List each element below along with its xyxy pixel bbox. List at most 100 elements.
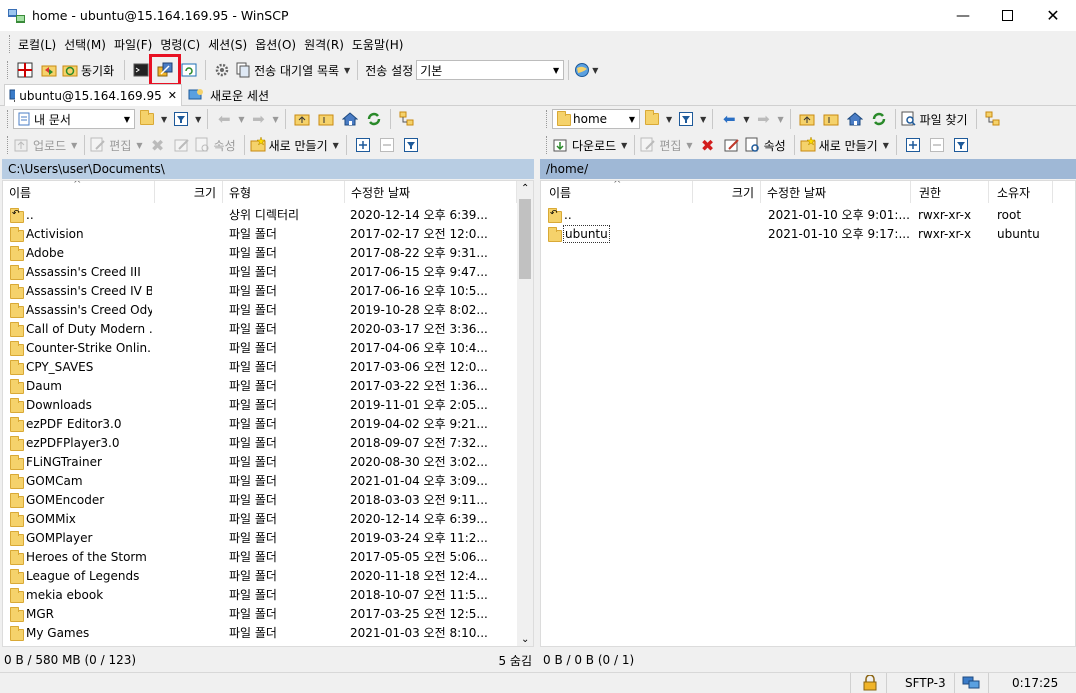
menu-remote[interactable]: 원격(R) (301, 36, 347, 53)
left-file-row[interactable]: CPY_SAVES 파일 폴더 2017-03-06 오전 12:0... (3, 358, 515, 377)
menu-help[interactable]: 도움말(H) (349, 36, 407, 53)
left-new-button[interactable]: 새로 만들기 ▼ (250, 134, 341, 156)
chevron-down-icon[interactable]: ▼ (195, 115, 201, 124)
left-file-row[interactable]: Activision 파일 폴더 2017-02-17 오전 12:0... (3, 225, 515, 244)
left-delete-button[interactable]: ✖ (147, 134, 169, 156)
compare-dirs-button[interactable] (14, 59, 36, 81)
right-parent-dir-button[interactable] (796, 108, 818, 130)
right-col-modified[interactable]: 수정한 날짜 (761, 181, 911, 203)
left-filter-button[interactable] (170, 108, 192, 130)
left-home-button[interactable] (339, 108, 361, 130)
chevron-down-icon[interactable]: ▼ (700, 115, 706, 124)
left-scroll-thumb[interactable] (519, 199, 531, 279)
scroll-up-icon[interactable]: ⌃ (521, 183, 529, 194)
chevron-down-icon[interactable]: ▼ (743, 115, 749, 124)
left-file-row[interactable]: Assassin's Creed III 파일 폴더 2017-06-15 오후 9… (3, 263, 515, 282)
right-delete-button[interactable]: ✖ (697, 134, 719, 156)
right-select-filter-button[interactable] (950, 134, 972, 156)
preferences-button[interactable] (211, 59, 233, 81)
left-path-bar[interactable]: C:\Users\user\Documents\ (2, 159, 534, 179)
right-tree-button[interactable] (982, 108, 1004, 130)
left-file-row[interactable]: mekia ebook 파일 폴더 2018-10-07 오전 11:5... (3, 586, 515, 605)
menu-commands[interactable]: 명령(C) (157, 36, 203, 53)
left-file-list[interactable]: 이름 ^ 크기 유형 수정한 날짜 ↶.. 상위 디렉터리 2020-12-14 오후… (2, 180, 534, 647)
right-file-row[interactable]: ↶.. 2021-01-10 오후 9:01:... rwxr-xr-x root (541, 206, 1075, 225)
left-file-row[interactable]: Assassin's Creed IV B... 파일 폴더 2017-06-16 … (3, 282, 515, 301)
right-back-button[interactable]: ⬅ (718, 108, 740, 130)
left-col-size[interactable]: 크기 (155, 181, 223, 203)
right-home-button[interactable] (844, 108, 866, 130)
close-button[interactable]: ✕ (1030, 0, 1076, 31)
right-location-select[interactable]: home ▼ (552, 109, 640, 129)
right-edit-button[interactable]: 편집 ▼ (640, 134, 694, 156)
right-col-name[interactable]: 이름 ^ (541, 181, 693, 203)
right-unselect-button[interactable] (926, 134, 948, 156)
site-manager-button[interactable]: ▼ (574, 59, 600, 81)
right-path-bar[interactable]: /home/ (540, 159, 1076, 179)
upload-button[interactable]: 업로드 ▼ (14, 134, 79, 156)
left-rename-button[interactable] (171, 134, 193, 156)
queue-button[interactable]: 전송 대기열 목록 ▼ (235, 59, 352, 81)
find-files-button[interactable]: 파일 찾기 (901, 108, 971, 130)
right-refresh-button[interactable] (868, 108, 890, 130)
left-file-row[interactable]: ↶.. 상위 디렉터리 2020-12-14 오후 6:39... (3, 206, 515, 225)
left-col-modified[interactable]: 수정한 날짜 (345, 181, 517, 203)
minimize-button[interactable]: — (940, 0, 986, 31)
left-select-all-button[interactable] (352, 134, 374, 156)
left-scrollbar[interactable]: ⌃ ⌄ (517, 181, 533, 646)
open-terminal-button[interactable] (130, 59, 152, 81)
right-col-owner[interactable]: 소유자 (989, 181, 1053, 203)
close-tab-icon[interactable]: ✕ (168, 89, 177, 102)
left-select-filter-button[interactable] (400, 134, 422, 156)
right-col-rights[interactable]: 권한 (911, 181, 989, 203)
transfer-settings-select[interactable]: 기본 ▼ (416, 60, 565, 80)
right-filter-button[interactable] (675, 108, 697, 130)
left-unselect-button[interactable] (376, 134, 398, 156)
left-status-hidden[interactable]: 5 숨김 (498, 652, 532, 669)
left-file-row[interactable]: Adobe 파일 폴더 2017-08-22 오후 9:31... (3, 244, 515, 263)
download-button[interactable]: 다운로드 ▼ (553, 134, 629, 156)
tab-new-session[interactable]: 새로운 세션 (184, 84, 273, 106)
left-refresh-button[interactable] (363, 108, 385, 130)
lock-icon[interactable] (863, 675, 877, 691)
menu-files[interactable]: 파일(F) (111, 36, 155, 53)
chevron-down-icon[interactable]: ▼ (666, 115, 672, 124)
left-edit-button[interactable]: 편집 ▼ (90, 134, 144, 156)
left-file-row[interactable]: Downloads 파일 폴더 2019-11-01 오후 2:05... (3, 396, 515, 415)
left-file-row[interactable]: ezPDF Editor3.0 파일 폴더 2019-04-02 오후 9:21..… (3, 415, 515, 434)
menu-options[interactable]: 옵션(O) (252, 36, 299, 53)
left-file-row[interactable]: League of Legends 파일 폴더 2020-11-18 오전 12:4… (3, 567, 515, 586)
open-putty-button[interactable] (149, 54, 182, 86)
right-forward-button[interactable]: ➡ (752, 108, 774, 130)
left-parent-dir-button[interactable] (291, 108, 313, 130)
right-file-list[interactable]: 이름 ^ 크기 수정한 날짜 권한 소유자 ↶.. 2021-01-10 오후 9:… (540, 180, 1076, 647)
left-file-row[interactable]: GOMCam 파일 폴더 2021-01-04 오후 3:09... (3, 472, 515, 491)
tab-session[interactable]: ubuntu@15.164.169.95 ✕ (4, 84, 182, 106)
left-file-row[interactable]: ezPDFPlayer3.0 파일 폴더 2018-09-07 오전 7:32... (3, 434, 515, 453)
left-file-row[interactable]: GOMEncoder 파일 폴더 2018-03-03 오전 9:11... (3, 491, 515, 510)
left-file-row[interactable]: Call of Duty Modern ... 파일 폴더 2020-03-17 오… (3, 320, 515, 339)
left-file-row[interactable]: Assassin's Creed Ody... 파일 폴더 2019-10-28 오… (3, 301, 515, 320)
left-file-row[interactable]: My Games 파일 폴더 2021-01-03 오전 8:10... (3, 624, 515, 643)
sync-browse-button[interactable] (38, 59, 60, 81)
right-col-size[interactable]: 크기 (693, 181, 761, 203)
refresh-session-button[interactable] (178, 59, 200, 81)
left-root-dir-button[interactable] (315, 108, 337, 130)
synchronize-button[interactable]: 동기화 (62, 59, 119, 81)
left-file-row[interactable]: FLiNGTrainer 파일 폴더 2020-08-30 오전 3:02... (3, 453, 515, 472)
maximize-button[interactable] (984, 0, 1030, 31)
left-file-row[interactable]: Daum 파일 폴더 2017-03-22 오전 1:36... (3, 377, 515, 396)
left-file-row[interactable]: GOMMix 파일 폴더 2020-12-14 오후 6:39... (3, 510, 515, 529)
connection-icon[interactable] (962, 676, 980, 690)
left-file-row[interactable]: Heroes of the Storm 파일 폴더 2017-05-05 오전 5:… (3, 548, 515, 567)
right-rename-button[interactable] (721, 134, 743, 156)
left-file-row[interactable]: GOMPlayer 파일 폴더 2019-03-24 오후 11:2... (3, 529, 515, 548)
right-open-dir-button[interactable] (641, 108, 663, 130)
left-tree-button[interactable] (396, 108, 418, 130)
left-file-row[interactable]: MGR 파일 폴더 2017-03-25 오전 12:5... (3, 605, 515, 624)
menu-select[interactable]: 선택(M) (61, 36, 109, 53)
chevron-down-icon[interactable]: ▼ (161, 115, 167, 124)
left-open-dir-button[interactable] (136, 108, 158, 130)
left-location-select[interactable]: 내 문서 ▼ (13, 109, 135, 129)
left-col-type[interactable]: 유형 (223, 181, 345, 203)
